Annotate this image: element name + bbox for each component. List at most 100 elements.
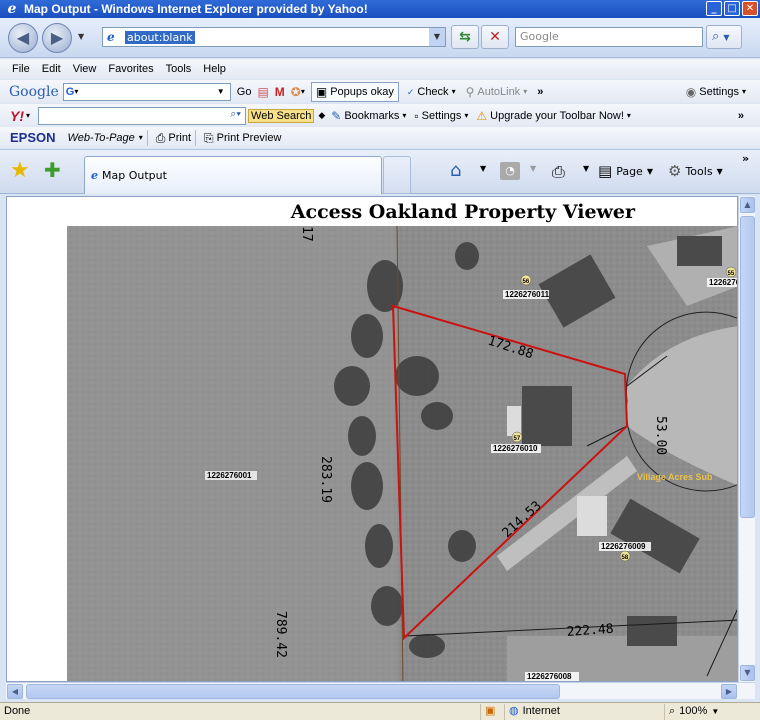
menu-view[interactable]: View xyxy=(73,63,97,75)
home-dropdown[interactable]: ▼ xyxy=(480,164,486,173)
address-dropdown[interactable]: ▼ xyxy=(429,28,445,46)
ie-logo-icon: e xyxy=(7,1,17,17)
google-logo: Google xyxy=(9,83,59,100)
popups-okay-button[interactable]: ▣ Popups okay xyxy=(310,81,399,102)
parcel-label-1226276008: 1226276008 xyxy=(525,672,579,681)
autolink-button[interactable]: ⚲ AutoLink ▾ xyxy=(466,84,528,100)
yahoo-settings-button[interactable]: ▫ Settings ▾ xyxy=(414,108,468,124)
epson-print-preview-button[interactable]: ⎘ Print Preview xyxy=(204,130,281,146)
print-toolbar-icon[interactable]: ⎙ xyxy=(552,162,565,182)
web-search-button[interactable]: Web Search xyxy=(248,108,315,123)
svg-text:1226276009: 1226276009 xyxy=(601,542,646,551)
epson-print-button[interactable]: ⎙ Print xyxy=(156,130,191,146)
svg-text:1226276001: 1226276001 xyxy=(207,471,252,480)
tools-menu-button[interactable]: ⚙ Tools ▼ xyxy=(668,162,723,180)
popup-icon: ▣ xyxy=(315,84,328,99)
forward-arrow-icon: ▶ xyxy=(50,28,64,47)
bookmarks-label: Bookmarks xyxy=(344,109,400,122)
page-menu-label: Page xyxy=(616,164,643,178)
autolink-label: AutoLink xyxy=(477,85,521,98)
back-button[interactable]: ◀ xyxy=(8,23,38,53)
tools-menu-label: Tools xyxy=(685,164,713,178)
vertical-scroll-thumb[interactable] xyxy=(740,216,755,518)
page-menu-button[interactable]: ▤ Page ▼ xyxy=(598,162,653,180)
bookmarks-icon: ✎ xyxy=(331,108,342,123)
page-title: Access Oakland Property Viewer xyxy=(290,201,635,223)
tab-page-icon: e xyxy=(91,169,98,182)
news-icon[interactable]: ▤ xyxy=(257,84,268,100)
svg-text:55: 55 xyxy=(728,271,735,277)
zoom-control[interactable]: ⌕ 100% ▼ xyxy=(664,704,760,720)
stop-button[interactable]: ✕ xyxy=(481,25,509,49)
scroll-right-button[interactable]: ▶ xyxy=(721,684,737,699)
minimize-button[interactable]: _ xyxy=(706,1,722,16)
yahoo-search-input[interactable]: ⌕▾ xyxy=(38,106,247,125)
google-search-input[interactable]: G ▾ xyxy=(62,82,231,101)
google-settings-button[interactable]: ◉ Settings ▾ xyxy=(686,84,746,100)
menu-help[interactable]: Help xyxy=(203,63,226,75)
search-input[interactable]: Google xyxy=(515,27,703,47)
stop-icon: ✕ xyxy=(489,29,501,45)
scroll-left-button[interactable]: ◀ xyxy=(7,684,23,699)
print-dropdown[interactable]: ▼ xyxy=(583,164,589,173)
dimension-west: 283.19 xyxy=(318,456,333,503)
spell-check-button[interactable]: ✓ Check ▾ xyxy=(407,84,456,100)
upgrade-toolbar-link[interactable]: ⚠ Upgrade your Toolbar Now! ▾ xyxy=(476,108,630,124)
bookmarks-button[interactable]: ✎ Bookmarks ▾ xyxy=(331,108,406,124)
maximize-button[interactable]: □ xyxy=(724,1,740,16)
zoom-label: 100% xyxy=(679,705,708,717)
vertical-scrollbar[interactable]: ▲ ▼ xyxy=(738,196,755,682)
menu-tools[interactable]: Tools xyxy=(166,63,192,75)
google-search-dropdown[interactable]: ▼ xyxy=(217,87,229,96)
yahoo-toolbar: Y! ▾ ⌕▾ Web Search ◆ ✎ Bookmarks ▾ ▫ Setting… xyxy=(0,104,760,127)
more-chevron-icon[interactable]: » xyxy=(537,86,543,98)
scroll-down-button[interactable]: ▼ xyxy=(740,665,755,681)
popups-label: Popups okay xyxy=(330,85,394,98)
svg-text:1226276011: 1226276011 xyxy=(505,290,550,299)
bookmark-star-icon[interactable]: ✪ xyxy=(291,84,301,100)
security-zone[interactable]: ◍ Internet xyxy=(504,704,664,720)
gmail-icon[interactable]: M xyxy=(275,84,285,100)
add-favorites-icon[interactable]: ✚ xyxy=(44,158,61,182)
horizontal-scrollbar[interactable]: ◀ ▶ xyxy=(6,682,755,699)
page-content: Access Oakland Property Viewer 122627601… xyxy=(6,196,738,682)
feeds-icon[interactable]: ◔ xyxy=(500,162,520,180)
refresh-button[interactable]: ⇆ xyxy=(451,25,479,49)
forward-button[interactable]: ▶ xyxy=(42,23,72,53)
warning-icon: ⚠ xyxy=(476,108,488,123)
svg-text:56: 56 xyxy=(523,279,530,285)
yahoo-more-chevron-icon[interactable]: » xyxy=(738,110,744,122)
yahoo-logo[interactable]: Y! xyxy=(10,108,24,124)
history-dropdown[interactable]: ▼ xyxy=(78,32,84,41)
menu-file[interactable]: File xyxy=(12,63,30,75)
horizontal-scroll-thumb[interactable] xyxy=(26,684,560,699)
favorites-star-icon[interactable]: ★ xyxy=(10,158,30,183)
command-more-chevron-icon[interactable]: » xyxy=(742,152,749,165)
upgrade-label: Upgrade your Toolbar Now! xyxy=(490,109,624,122)
svg-text:57: 57 xyxy=(514,436,521,442)
close-button[interactable]: ✕ xyxy=(742,1,758,16)
page-icon: e xyxy=(107,30,115,44)
feeds-dropdown[interactable]: ▼ xyxy=(530,164,536,173)
yahoo-settings-label: Settings xyxy=(421,109,462,122)
search-button[interactable]: ⌕ ▼ xyxy=(706,25,742,49)
print-icon: ⎙ xyxy=(155,130,166,145)
parcel-map[interactable]: 1226276011 56 1226276010 57 1226276009 5… xyxy=(67,226,737,681)
new-tab-button[interactable] xyxy=(383,156,411,194)
menu-edit[interactable]: Edit xyxy=(42,63,61,75)
dimension-far-west: 789.42 xyxy=(273,611,288,658)
address-bar[interactable]: e about:blank ▼ xyxy=(102,27,446,47)
address-url[interactable]: about:blank xyxy=(125,30,195,44)
scroll-up-button[interactable]: ▲ xyxy=(740,197,755,213)
popup-blocked-icon: ▣ xyxy=(485,705,496,717)
home-icon[interactable]: ⌂ xyxy=(450,160,461,181)
parcel-label-1226276001: 1226276001 xyxy=(205,471,257,480)
epson-toolbar: EPSON Web-To-Page ▾ ⎙ Print ⎘ Print Preview xyxy=(0,127,760,148)
web-to-page-button[interactable]: Web-To-Page xyxy=(68,132,135,144)
tab-map-output[interactable]: e Map Output xyxy=(84,156,382,194)
google-go-button[interactable]: Go xyxy=(237,86,252,98)
aerial-map-svg: 1226276011 56 1226276010 57 1226276009 5… xyxy=(67,226,737,681)
status-text: Done xyxy=(4,705,31,717)
menu-favorites[interactable]: Favorites xyxy=(108,63,153,75)
address-toolbar: ◀ ▶ ▼ e about:blank ▼ ⇆ ✕ Google ⌕ ▼ xyxy=(0,18,760,58)
